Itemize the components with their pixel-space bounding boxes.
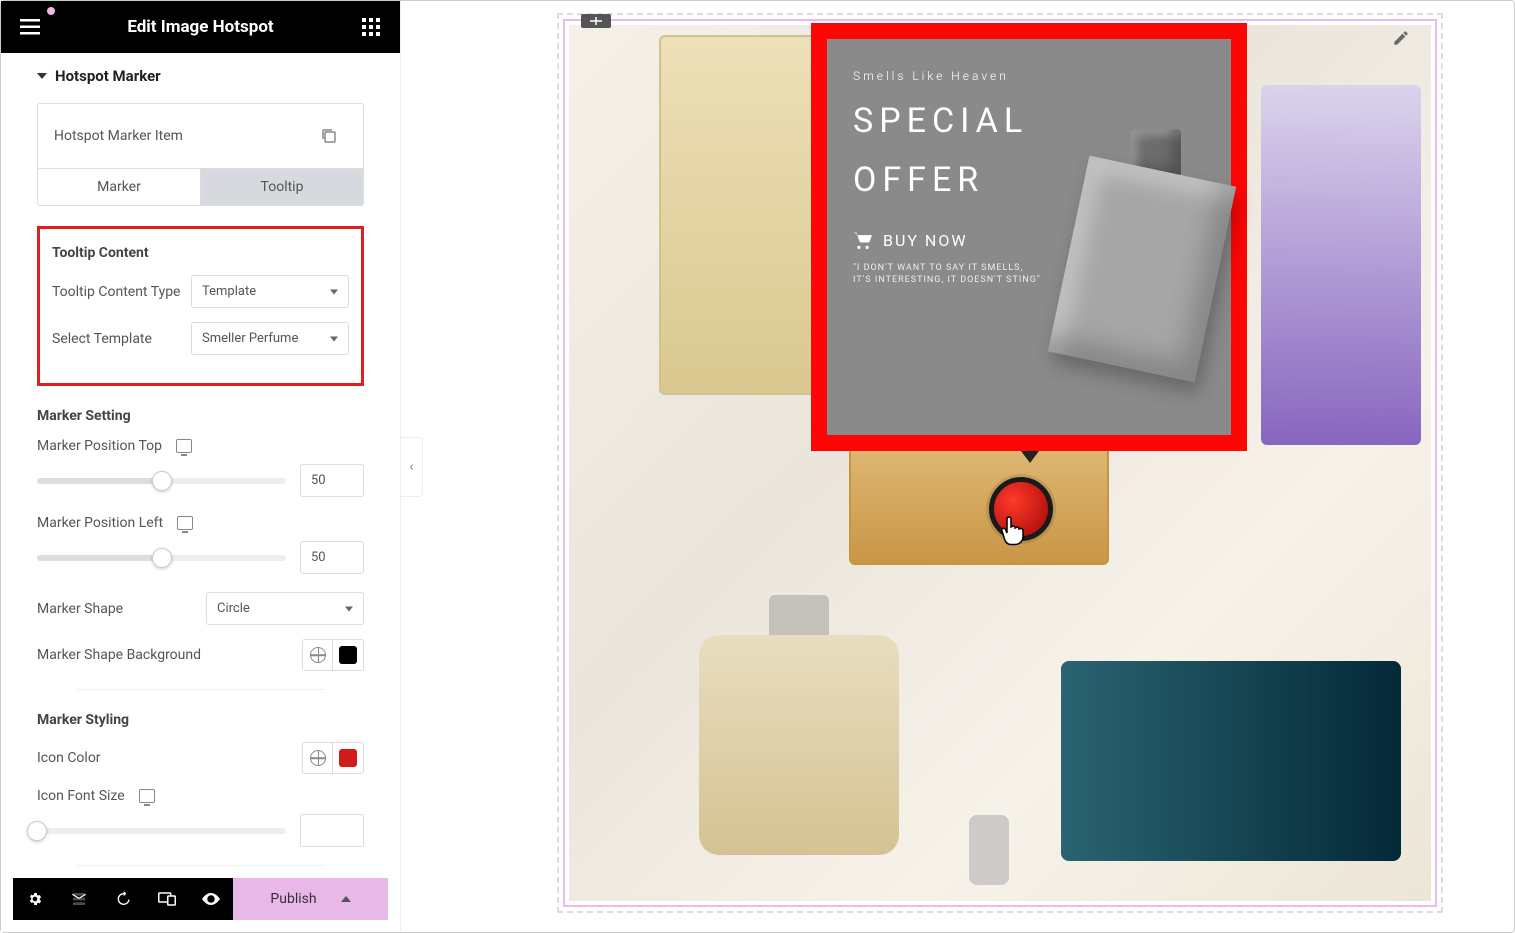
color-swatch[interactable] — [333, 743, 363, 773]
marker-setting-heading: Marker Setting — [37, 408, 364, 424]
content-type-select[interactable]: Template — [191, 275, 349, 308]
bg-bottle — [1261, 85, 1421, 445]
desktop-icon[interactable] — [176, 439, 192, 453]
apps-icon[interactable] — [360, 16, 382, 38]
edit-widget-icon[interactable] — [1388, 25, 1414, 51]
content-type-label: Tooltip Content Type — [52, 284, 180, 300]
shape-select[interactable]: Circle — [206, 592, 364, 625]
shape-label: Marker Shape — [37, 601, 123, 617]
desktop-icon[interactable] — [139, 789, 155, 803]
footer-bar: Publish — [13, 878, 388, 920]
tooltip-quote: "I DON'T WANT TO SAY IT SMELLS, IT'S INT… — [853, 262, 1051, 287]
preview-icon[interactable] — [189, 878, 233, 920]
desktop-icon[interactable] — [177, 516, 193, 530]
icon-font-size-label: Icon Font Size — [37, 788, 125, 804]
slider-thumb[interactable] — [152, 471, 172, 491]
pos-top-slider[interactable] — [37, 478, 286, 484]
app-frame: Edit Image Hotspot Hotspot Marker Hotspo… — [0, 0, 1515, 933]
tooltip-title-2: OFFER — [853, 160, 1051, 201]
divider — [77, 865, 324, 866]
icon-color-picker[interactable] — [302, 742, 364, 774]
font-size-input[interactable] — [300, 814, 364, 847]
template-select[interactable]: Smeller Perfume — [191, 322, 349, 355]
panel-body[interactable]: Hotspot Marker Hotspot Marker Item Marke… — [1, 53, 400, 932]
pos-top-input[interactable] — [300, 464, 364, 497]
tab-tooltip[interactable]: Tooltip — [200, 169, 363, 205]
tooltip-preview: Smells Like Heaven SPECIAL OFFER BUY NOW… — [811, 23, 1247, 451]
marker-tooltip-tabs: Marker Tooltip — [37, 169, 364, 206]
navigator-icon[interactable] — [57, 878, 101, 920]
tooltip-product-image — [1057, 129, 1217, 389]
tab-marker[interactable]: Marker — [38, 169, 200, 205]
cart-icon — [853, 231, 873, 249]
hotspot-item-row[interactable]: Hotspot Marker Item — [37, 103, 364, 169]
sidebar-header: Edit Image Hotspot — [1, 1, 400, 53]
pos-left-input[interactable] — [300, 541, 364, 574]
color-swatch[interactable] — [333, 640, 363, 670]
chevron-up-icon[interactable] — [341, 896, 351, 902]
select-template-label: Select Template — [52, 331, 152, 347]
bg-bottle — [699, 635, 899, 855]
shape-bg-label: Marker Shape Background — [37, 647, 201, 663]
tooltip-arrow — [1021, 451, 1039, 463]
divider — [77, 689, 324, 690]
section-toggle[interactable]: Hotspot Marker — [37, 67, 364, 85]
font-size-slider[interactable] — [37, 828, 286, 834]
tooltip-title-1: SPECIAL — [853, 101, 1051, 142]
notification-dot — [47, 7, 55, 15]
tooltip-content-heading: Tooltip Content — [52, 245, 349, 261]
slider-thumb[interactable] — [152, 548, 172, 568]
tooltip-text: Smells Like Heaven SPECIAL OFFER BUY NOW… — [853, 69, 1051, 287]
icon-color-label: Icon Color — [37, 750, 101, 766]
duplicate-icon[interactable] — [311, 118, 347, 154]
global-color-icon[interactable] — [303, 743, 333, 773]
tooltip-cta[interactable]: BUY NOW — [853, 231, 1051, 250]
tooltip-tagline: Smells Like Heaven — [853, 69, 1051, 83]
item-label: Hotspot Marker Item — [54, 128, 183, 144]
section-title: Hotspot Marker — [55, 67, 161, 85]
marker-styling-heading: Marker Styling — [37, 712, 364, 728]
slider-thumb[interactable] — [27, 821, 47, 841]
editor-sidebar: Edit Image Hotspot Hotspot Marker Hotspo… — [1, 1, 401, 932]
pos-left-label: Marker Position Left — [37, 515, 163, 531]
collapse-sidebar-button[interactable]: ‹ — [401, 437, 423, 497]
cursor-icon — [1001, 515, 1027, 545]
publish-button[interactable]: Publish — [233, 878, 388, 920]
section-add-handle[interactable] — [581, 13, 611, 27]
tooltip-content-group: Tooltip Content Tooltip Content Type Tem… — [37, 226, 364, 386]
caret-down-icon — [37, 73, 47, 79]
pos-left-slider[interactable] — [37, 555, 286, 561]
marker-styling-group: Marker Styling Icon Color Icon Font Size — [37, 712, 364, 866]
settings-icon[interactable] — [13, 878, 57, 920]
history-icon[interactable] — [101, 878, 145, 920]
panel-title: Edit Image Hotspot — [127, 17, 273, 37]
global-color-icon[interactable] — [303, 640, 333, 670]
marker-setting-group: Marker Setting Marker Position Top Marke… — [37, 408, 364, 690]
shape-bg-color[interactable] — [302, 639, 364, 671]
pos-top-label: Marker Position Top — [37, 438, 162, 454]
responsive-icon[interactable] — [145, 878, 189, 920]
bg-bottle — [969, 815, 1009, 885]
menu-icon[interactable] — [19, 16, 41, 38]
bg-bottle — [1061, 661, 1401, 861]
